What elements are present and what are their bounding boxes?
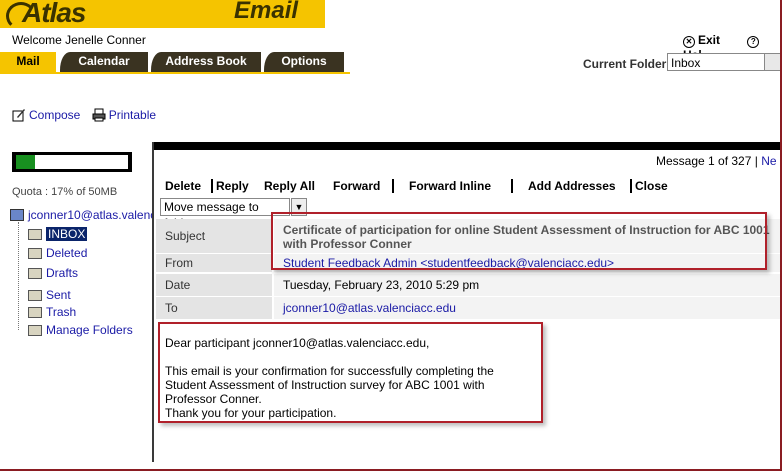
folder-drafts-label: Drafts [46,266,79,280]
account-item[interactable]: jconner10@atlas.valenc [10,208,156,222]
manage-folders[interactable]: Manage Folders [28,323,133,337]
forward-inline-button[interactable]: Forward Inline [409,179,491,193]
to-label: To [156,297,272,319]
account-icon [10,209,24,221]
exit-icon: ✕ [683,36,695,48]
message-counter: Message 1 of 327 | Ne [656,154,777,168]
toolbar-separator [211,179,213,193]
quota-bar [12,152,132,172]
inbox-folder-icon [28,228,42,240]
help-icon: ? [747,36,760,48]
current-folder-select[interactable]: Inbox [667,53,765,71]
header-row-to: To jconner10@atlas.valenciacc.edu [156,297,782,319]
folder-icon [28,306,42,318]
toolbar-separator [511,179,513,193]
quota-fill [16,155,36,169]
exit-link[interactable]: ✕ Exit [683,33,732,48]
date-value: Tuesday, February 23, 2010 5:29 pm [274,274,782,296]
account-label: jconner10@atlas.valenc [28,208,157,222]
panel-top-border [152,142,782,150]
manage-folders-label: Manage Folders [46,323,133,337]
atlas-logo: Atlas [22,0,86,28]
toolbar-separator [630,179,632,193]
tab-underline [0,72,350,74]
compose-label: Compose [29,108,81,122]
folder-drafts[interactable]: Drafts [28,266,78,280]
compose-icon [12,109,25,122]
folder-trash-label: Trash [46,305,77,319]
panel-left-border [152,142,154,462]
folder-sent[interactable]: Sent [28,288,71,302]
reply-button[interactable]: Reply [216,179,249,193]
mail-actions: Compose Printable [12,108,164,125]
date-label: Date [156,274,272,296]
message-counter-text: Message 1 of 327 | [656,154,758,168]
next-message-link[interactable]: Ne [761,154,776,168]
quota-track [16,155,128,169]
compose-link[interactable]: Compose [12,108,80,122]
reply-all-button[interactable]: Reply All [264,179,315,193]
folder-sent-label: Sent [46,288,71,302]
exit-label: Exit [698,33,721,47]
folder-icon [28,324,42,336]
printer-icon [92,108,106,122]
section-title: Email [234,0,299,24]
folder-deleted[interactable]: Deleted [28,246,87,260]
printable-label: Printable [108,108,157,122]
highlight-box-subject-from [271,212,767,270]
folder-deleted-label: Deleted [46,246,88,260]
quota-text: Quota : 17% of 50MB [12,186,118,198]
folder-inbox-label: INBOX [46,227,88,241]
forward-button[interactable]: Forward [333,179,380,193]
add-addresses-button[interactable]: Add Addresses [528,179,616,193]
current-folder-label: Current Folder: [583,57,671,71]
printable-link[interactable]: Printable [92,108,156,122]
main-tabs: Mail Calendar Address Book Options [0,52,350,73]
tab-address-book[interactable]: Address Book [151,52,261,73]
folder-trash[interactable]: Trash [28,305,76,319]
tab-options[interactable]: Options [264,52,344,73]
header-banner: Atlas Email [0,0,325,28]
folder-icon [28,289,42,301]
tab-calendar[interactable]: Calendar [60,52,148,73]
to-value[interactable]: jconner10@atlas.valenciacc.edu [274,297,782,319]
close-button[interactable]: Close [635,179,668,193]
header-row-date: Date Tuesday, February 23, 2010 5:29 pm [156,274,782,296]
folder-icon [28,267,42,279]
delete-button[interactable]: Delete [165,179,201,193]
folder-inbox[interactable]: INBOX [28,227,88,241]
highlight-box-body [158,322,543,423]
subject-label: Subject [156,219,272,253]
folder-icon [28,247,42,259]
from-label: From [156,254,272,272]
welcome-text: Welcome Jenelle Conner [12,33,146,47]
chevron-down-icon: ▼ [294,202,304,212]
tree-connector [18,222,19,330]
tab-mail[interactable]: Mail [0,52,56,73]
toolbar-separator [392,179,394,193]
